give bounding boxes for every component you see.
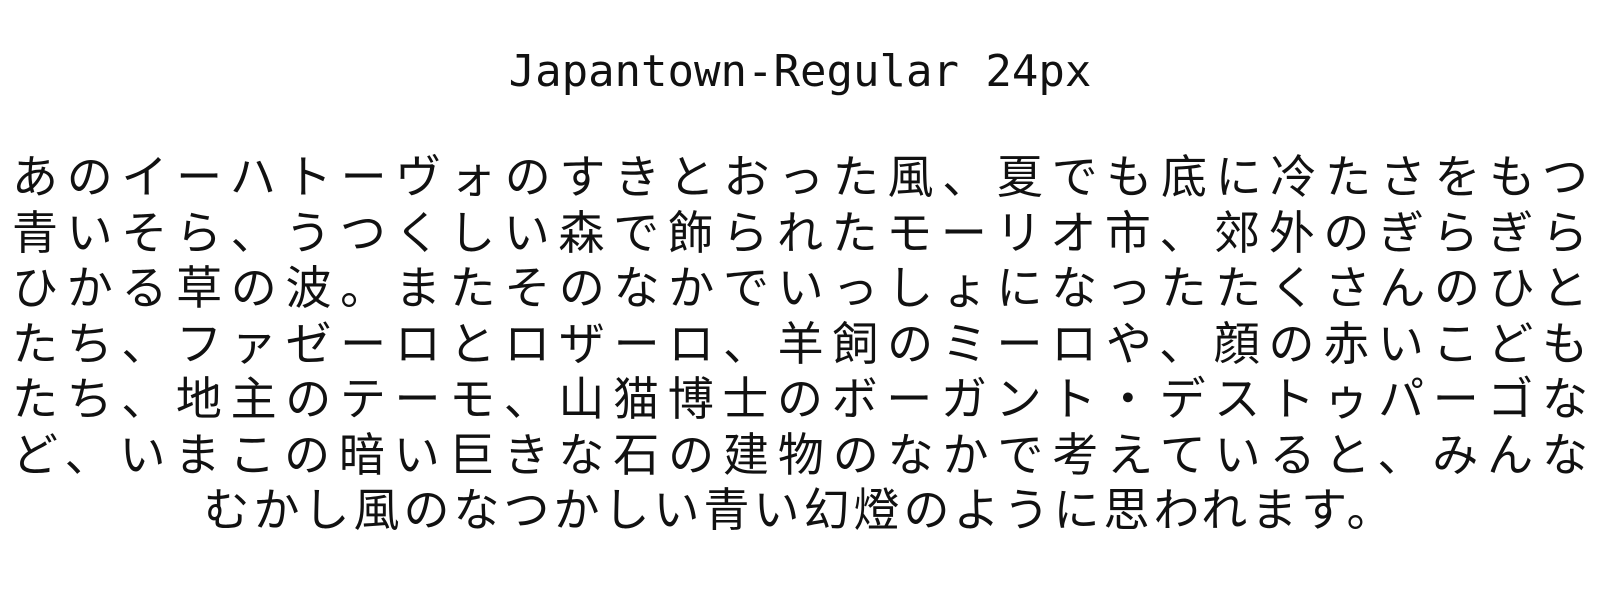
sample-text-line-2: 青いそら、うつくしい森で飾られたモーリオ市、郊外のぎらぎら [12,205,1588,260]
font-specimen-title: Japantown-Regular 24px [508,46,1092,97]
sample-text-block: あのイーハトーヴォのすきとおった風、夏でも底に冷たさをもつ 青いそら、うつくしい… [12,150,1588,539]
sample-text-line-1: あのイーハトーヴォのすきとおった風、夏でも底に冷たさをもつ [12,150,1588,204]
sample-text-line-3: ひかる草の波。またそのなかでいっしょになったたくさんのひと [12,261,1588,315]
sample-text-line-6: ど、いまこの暗い巨きな石の建物のなかで考えていると、みんな [12,427,1588,482]
font-specimen-page: Japantown-Regular 24px あのイーハトーヴォのすきとおった風… [0,0,1600,600]
sample-text-line-5: たち、地主のテーモ、山猫博士のボーガント・デストゥパーゴな [12,372,1588,426]
sample-text-line-7: むかし風のなつかしい青い幻燈のように思われます。 [203,483,1397,537]
sample-text-line-4: たち、ファゼーロとロザーロ、羊飼のミーロや、顔の赤いこども [12,316,1588,371]
